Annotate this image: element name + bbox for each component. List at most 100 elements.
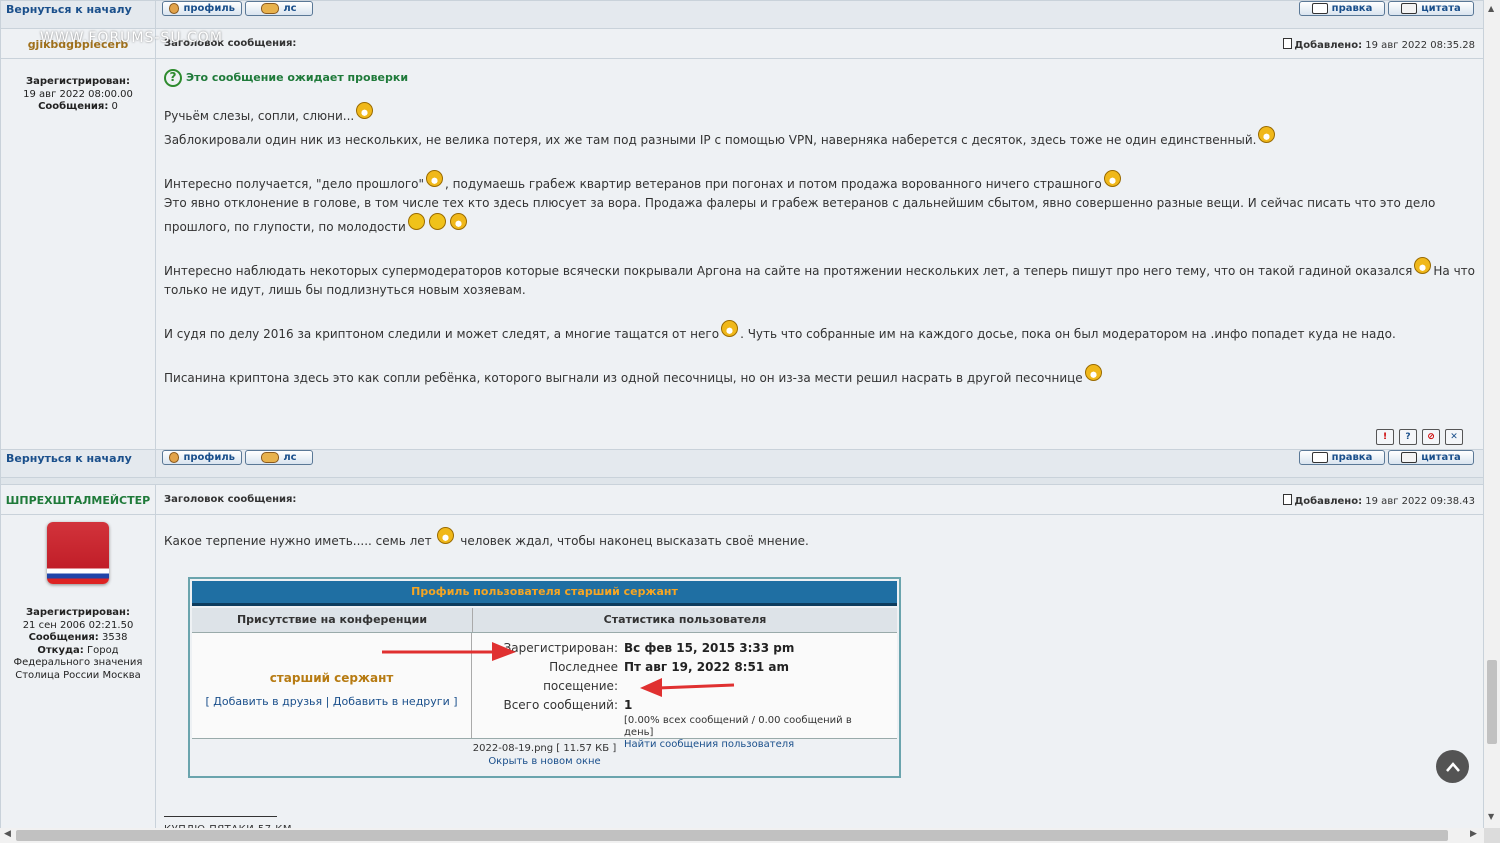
post-content: Какое терпение нужно иметь..... семь лет…	[156, 527, 1483, 828]
posts-label: Сообщения:	[38, 101, 109, 112]
laugh-smiley-icon	[449, 213, 467, 230]
help-icon[interactable]: ?	[1399, 429, 1417, 445]
users-icon	[261, 452, 280, 463]
added-label: Добавлено:	[1294, 496, 1363, 507]
post-icon	[1283, 38, 1293, 49]
user-icon	[169, 3, 180, 14]
grin-smiley-icon	[1258, 126, 1276, 143]
edit-button[interactable]: правка	[1299, 450, 1385, 465]
open-in-new-window-link[interactable]: Окрыть в новом окне	[190, 755, 899, 768]
pm-button-label: лс	[283, 452, 297, 463]
quote-button-label: цитата	[1421, 452, 1461, 463]
find-posts-link[interactable]: Найти сообщения пользователя	[624, 739, 897, 751]
post-text: И судя по делу 2016 за криптоном следили…	[164, 327, 720, 341]
added-value: 19 авг 2022 09:38.43	[1365, 496, 1475, 507]
wow-smiley-icon	[437, 527, 455, 544]
edit-button-label: правка	[1331, 452, 1373, 463]
post-header-row: ШПРЕХШТАЛМЕЙСТЕР Заголовок сообщения: До…	[0, 484, 1484, 515]
reg-value: Вс фев 15, 2015 3:33 pm	[624, 641, 795, 655]
avatar	[47, 522, 109, 584]
registered-value: 21 сен 2006 02:21.50	[22, 619, 134, 631]
post-text: Заблокировали один ник из нескольких, не…	[164, 133, 1257, 147]
separator: |	[325, 695, 330, 708]
users-icon	[261, 3, 280, 14]
post-body-row: Зарегистрирован: 19 авг 2022 08:00.00 Со…	[0, 58, 1484, 450]
back-to-top-link[interactable]: Вернуться к началу	[1, 3, 132, 16]
vertical-scrollbar[interactable]: ▲ ▼	[1484, 0, 1500, 828]
question-smiley-icon	[407, 213, 425, 230]
user-links: [ Добавить в друзья | Добавить в недруги…	[192, 692, 471, 711]
red-arrow-icon	[640, 678, 735, 697]
edit-button-label: правка	[1331, 3, 1373, 14]
add-foe-link[interactable]: Добавить в недруги	[333, 695, 450, 708]
scroll-right-icon[interactable]: ▶	[1470, 829, 1477, 839]
laugh-smiley-icon	[1103, 170, 1121, 187]
pm-button[interactable]: лс	[245, 1, 313, 16]
quote-button[interactable]: цитата	[1388, 1, 1474, 16]
pending-text: Это сообщение ожидает проверки	[186, 71, 409, 84]
exclamation-smiley-icon	[428, 213, 446, 230]
question-icon: ?	[164, 68, 182, 87]
signature-divider	[164, 816, 277, 817]
pm-button-label: лс	[283, 3, 297, 14]
posts-table: Вернуться к началу профиль лс правка цит…	[0, 0, 1484, 828]
laugh-smiley-icon	[356, 102, 374, 119]
bracket: [	[205, 695, 210, 708]
post-text: Какое терпение нужно иметь..... семь лет	[164, 534, 432, 548]
user-info: Зарегистрирован: 19 авг 2022 08:00.00 Со…	[1, 59, 155, 114]
horizontal-scrollbar[interactable]: ◀ ▶	[0, 828, 1484, 843]
post-text: . Чуть что собранные им на каждого досье…	[740, 327, 1396, 341]
from-value: Столица России Москва	[15, 669, 141, 681]
pending-notice: ? Это сообщение ожидает проверки	[164, 68, 1475, 87]
scroll-down-icon[interactable]: ▼	[1488, 812, 1494, 821]
quote-button-label: цитата	[1421, 3, 1461, 14]
post-author[interactable]: ШПРЕХШТАЛМЕЙСТЕР	[1, 494, 155, 507]
scroll-up-icon[interactable]: ▲	[1488, 4, 1494, 13]
from-value: Город	[87, 644, 119, 656]
scroll-to-top-button[interactable]	[1436, 750, 1469, 783]
posts-stats: день]	[624, 727, 654, 738]
laugh-smiley-icon	[426, 170, 444, 187]
scroll-corner	[1484, 828, 1500, 843]
red-arrow-icon	[382, 642, 516, 661]
add-friend-link[interactable]: Добавить в друзья	[213, 695, 322, 708]
posts-value: 0	[111, 101, 118, 112]
scroll-thumb[interactable]	[1487, 660, 1497, 744]
post-text: , подумаешь грабеж квартир ветеранов при…	[445, 177, 1102, 191]
post-date: Добавлено: 19 авг 2022 08:35.28	[1283, 38, 1475, 51]
ban-icon[interactable]: ⊘	[1422, 429, 1440, 445]
report-icon[interactable]: !	[1376, 429, 1394, 445]
profile-button[interactable]: профиль	[162, 1, 242, 16]
pm-button[interactable]: лс	[245, 450, 313, 465]
watermark: WWW.FORUMS-SU.COM	[40, 30, 223, 46]
delete-icon[interactable]: ✕	[1445, 429, 1463, 445]
posts-stats: [0.00% всех сообщений / 0.00 сообщений в	[624, 715, 852, 726]
scroll-thumb[interactable]	[16, 830, 1448, 841]
laugh-smiley-icon	[721, 320, 739, 337]
embed-title: Профиль пользователя старший сержант	[192, 581, 897, 606]
post-body-row: Зарегистрирован: 21 сен 2006 02:21.50 Со…	[0, 514, 1484, 828]
post-content: ? Это сообщение ожидает проверки Ручьём с…	[156, 68, 1483, 445]
back-to-top-link[interactable]: Вернуться к началу	[1, 452, 132, 465]
embed-col-right: Статистика пользователя	[603, 613, 767, 626]
post-date: Добавлено: 19 авг 2022 09:38.43	[1283, 494, 1475, 507]
post-icon	[1283, 494, 1293, 505]
quote-button[interactable]: цитата	[1388, 450, 1474, 465]
from-value: Федерального значения	[13, 657, 143, 668]
profile-button-label: профиль	[183, 3, 235, 14]
profile-button[interactable]: профиль	[162, 450, 242, 465]
post-text: Ручьём слезы, сопли, слюни...	[164, 109, 355, 123]
posts-label: Сообщения:	[28, 632, 99, 643]
post-text: Интересно наблюдать некоторых супермодер…	[164, 264, 1413, 278]
chevron-up-icon	[1445, 761, 1460, 772]
pencil-icon	[1311, 452, 1328, 463]
bracket: ]	[453, 695, 458, 708]
post-text: Интересно получается, "дело прошлого"	[164, 177, 425, 191]
embed-col-left: Присутствие на конференции	[192, 608, 473, 632]
edit-button[interactable]: правка	[1299, 1, 1385, 16]
signature: КУПЛЮ ПЯТАКИ 57 КМ	[164, 816, 1475, 828]
scroll-left-icon[interactable]: ◀	[4, 829, 11, 839]
quote-icon	[1401, 452, 1418, 463]
total-posts-value: 1	[624, 698, 633, 712]
registered-value: 19 авг 2022 08:00.00	[23, 88, 133, 100]
